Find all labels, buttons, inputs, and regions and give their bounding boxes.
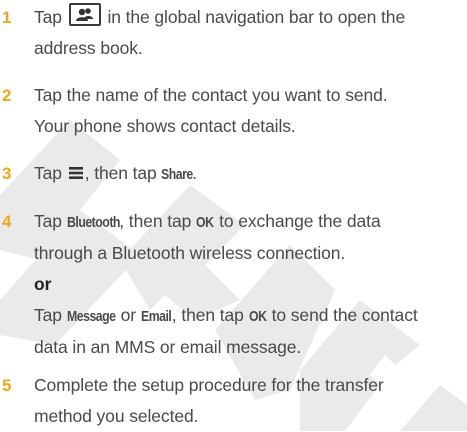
step-text-segment: Tap (34, 211, 62, 231)
message-option: Message (66, 308, 116, 325)
step-text-segment: Tap (34, 163, 62, 183)
ok-option: OK (248, 308, 267, 325)
step-text-segment: Tap (34, 305, 62, 325)
step-text-segment: Tap (34, 7, 62, 27)
step-text-segment: , then tap (84, 163, 157, 183)
ok-option: OK (196, 214, 214, 231)
bluetooth-option: Bluetooth (66, 214, 120, 231)
step-text-line: Your phone shows contact details. (34, 116, 296, 136)
or-separator: or (34, 274, 52, 294)
step-text-line: address book. (34, 38, 143, 58)
share-option: Share (161, 166, 194, 183)
step-number: 4 (2, 212, 12, 231)
step-text-segment: to exchange the data (219, 211, 381, 231)
step-text-line: Complete the setup procedure for the tra… (34, 375, 384, 395)
step-text-segment: or (120, 305, 136, 325)
menu-key-icon (68, 167, 83, 179)
step-text-segment: , then tap (171, 305, 244, 325)
step-number: 2 (2, 86, 12, 105)
step-number: 5 (2, 376, 12, 395)
step-text-line: data in an MMS or email message. (34, 337, 302, 357)
step-text-segment: to send the contact (271, 305, 418, 325)
email-option: Email (140, 308, 172, 325)
step-number: 1 (2, 8, 12, 27)
step-number: 3 (2, 164, 12, 183)
step-text: Tap the name of the contact you want to … (34, 80, 464, 142)
step-text: Tap in the global navigation bar to open… (34, 2, 464, 64)
step-text: Complete the setup procedure for the tra… (34, 370, 464, 432)
step-text-line: through a Bluetooth wireless connection. (34, 243, 346, 263)
step-text-line: Tap the name of the contact you want to … (34, 85, 388, 105)
step-text: Tap , then tap Share. (34, 158, 464, 190)
step-text-line: method you selected. (34, 406, 199, 426)
contacts-key-icon (68, 3, 101, 26)
step-text: Tap Bluetooth, then tap OK to exchange t… (34, 206, 464, 363)
step-text-segment: , then tap (119, 211, 192, 231)
step-text-segment: in the global navigation bar to open the (107, 7, 406, 27)
